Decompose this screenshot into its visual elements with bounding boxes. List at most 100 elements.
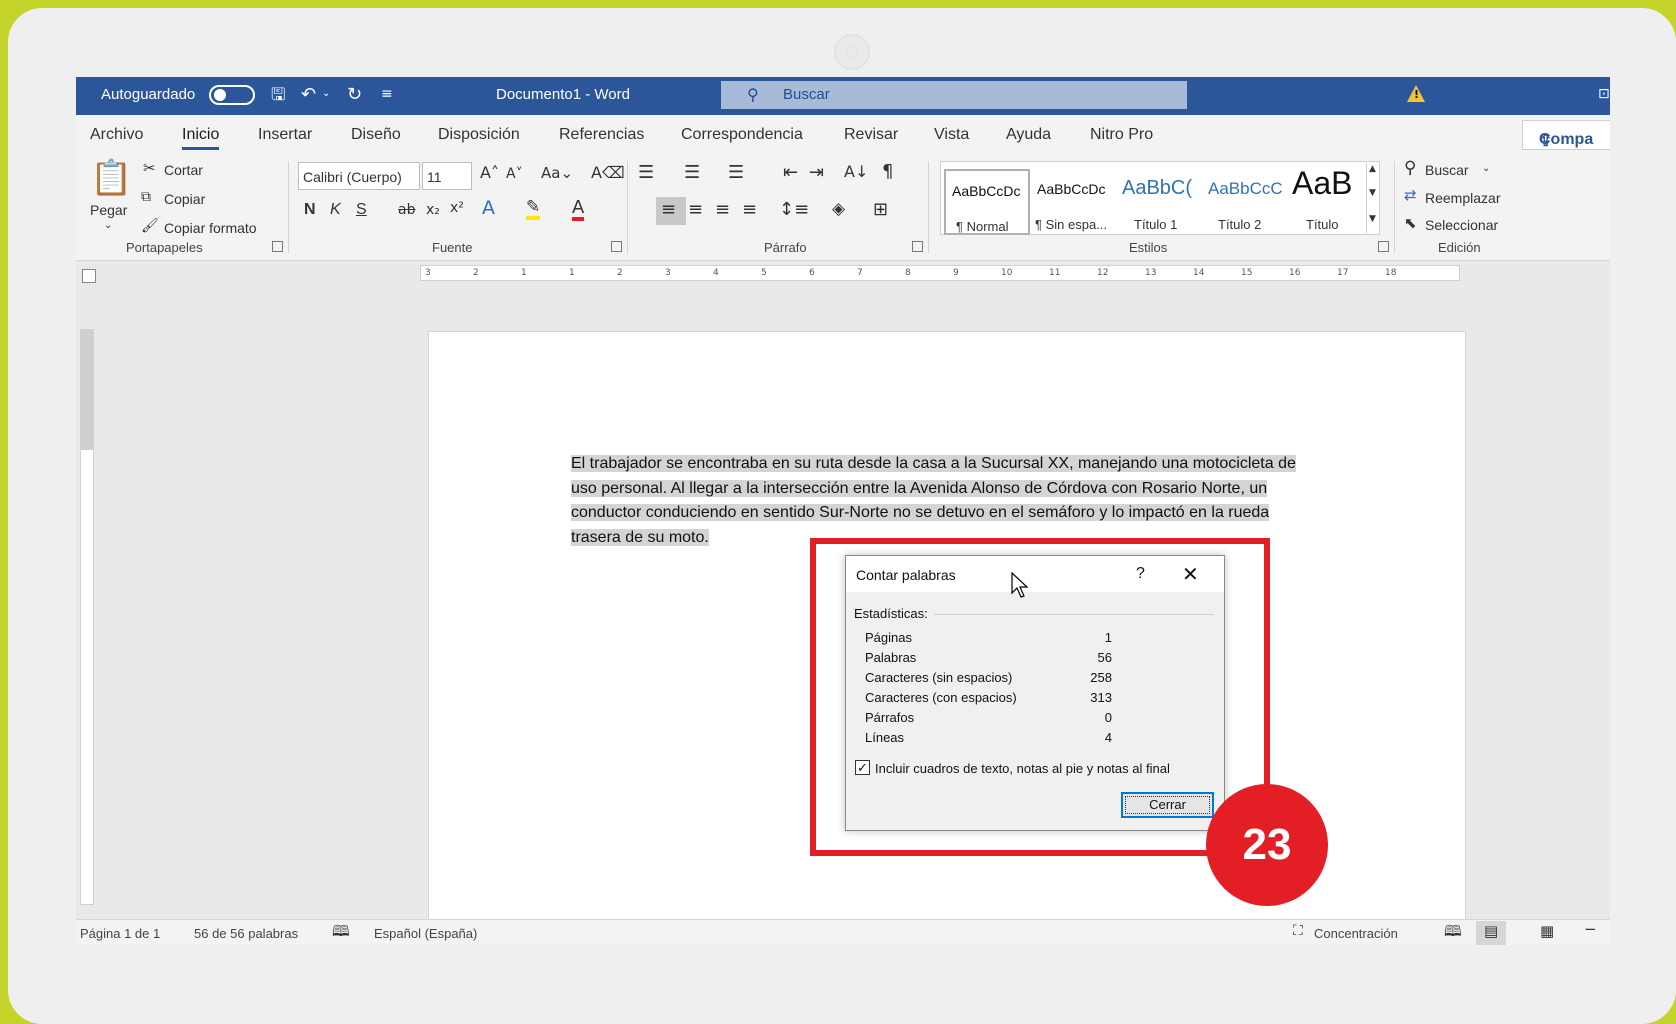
select-button[interactable]: Seleccionar — [1425, 217, 1498, 233]
copy-button[interactable]: Copiar — [164, 191, 205, 207]
grow-font-icon[interactable]: A˄ — [480, 165, 499, 181]
paste-button[interactable]: Pegar — [90, 202, 127, 218]
highlight-icon[interactable]: ✎ — [526, 199, 541, 220]
print-layout-button[interactable]: ▤ — [1476, 921, 1506, 945]
clear-format-icon[interactable]: A⌫ — [591, 165, 625, 181]
chevron-down-icon[interactable]: ▼ — [1369, 189, 1376, 198]
parrafo-launcher-icon[interactable] — [912, 241, 923, 252]
shrink-font-icon[interactable]: A˅ — [506, 167, 523, 181]
tab-referencias[interactable]: Referencias — [559, 126, 644, 144]
document-paragraph[interactable]: El trabajador se encontraba en su ruta d… — [571, 452, 1311, 550]
tab-insertar[interactable]: Insertar — [258, 126, 312, 144]
warning-icon[interactable] — [1407, 85, 1425, 102]
font-color-icon[interactable]: A — [572, 199, 585, 221]
borders-icon[interactable]: ⊞ — [873, 201, 888, 219]
superscript-icon[interactable]: x² — [450, 201, 464, 215]
tab-ayuda[interactable]: Ayuda — [1006, 126, 1051, 144]
sort-icon[interactable]: A↓ — [844, 164, 868, 180]
copy-icon[interactable]: ⧉ — [141, 190, 151, 204]
share-button[interactable]: ⇪ Compa — [1522, 120, 1610, 150]
selected-text[interactable]: El trabajador se encontraba en su ruta d… — [571, 455, 1296, 546]
find-button[interactable]: Buscar — [1425, 162, 1469, 178]
find-dropdown-icon[interactable]: ⌄ — [1482, 164, 1490, 174]
chevron-up-icon[interactable]: ▲ — [1369, 165, 1376, 174]
pilcrow-icon[interactable]: ¶ — [882, 163, 893, 181]
tab-vista[interactable]: Vista — [934, 126, 969, 144]
more-styles-icon[interactable]: ▼ — [1369, 215, 1376, 224]
bold-button[interactable]: N — [304, 201, 316, 219]
line-spacing-icon[interactable]: ↕≡ — [779, 201, 809, 219]
strikethrough-icon[interactable]: ab — [398, 203, 415, 217]
redo-icon[interactable]: ↻ — [347, 86, 362, 104]
paste-icon[interactable]: 📋 — [90, 161, 132, 195]
increase-indent-icon[interactable]: ⇥ — [809, 164, 824, 182]
fuente-launcher-icon[interactable] — [611, 241, 622, 252]
align-center-icon[interactable]: ≡ — [688, 201, 703, 219]
text-effects-icon[interactable]: A — [482, 199, 495, 218]
ribbon-display-icon[interactable]: ⊡ — [1598, 87, 1610, 101]
style-normal[interactable]: AaBbCcDc ¶ Normal — [944, 169, 1030, 235]
save-icon[interactable]: 🖫 — [271, 87, 285, 104]
language-indicator[interactable]: Español (España) — [374, 926, 477, 941]
web-layout-icon[interactable]: ▦ — [1540, 924, 1554, 939]
read-mode-icon[interactable]: 🕮 — [1444, 924, 1462, 939]
style-titulo[interactable]: AaB Título — [1286, 165, 1366, 235]
tab-nitro-pro[interactable]: Nitro Pro — [1090, 126, 1153, 144]
numbering-icon[interactable]: ☰ — [684, 164, 700, 182]
tab-revisar[interactable]: Revisar — [844, 126, 898, 144]
tab-disposicion[interactable]: Disposición — [438, 126, 520, 144]
tab-archivo[interactable]: Archivo — [90, 126, 143, 144]
undo-dropdown-icon[interactable]: ⌄ — [322, 89, 330, 99]
close-icon[interactable]: ✕ — [1182, 562, 1199, 587]
proofing-icon[interactable]: 🕮 — [332, 924, 350, 939]
search-box[interactable]: ⚲ Buscar — [721, 81, 1187, 109]
justify-icon[interactable]: ≡ — [742, 201, 757, 219]
paste-dropdown-icon[interactable]: ⌄ — [104, 221, 112, 231]
include-textboxes-checkbox[interactable]: ✓ — [855, 760, 870, 775]
include-textboxes-label[interactable]: Incluir cuadros de texto, notas al pie y… — [875, 761, 1170, 776]
focus-icon[interactable]: ⛶ — [1293, 924, 1303, 938]
customize-qat-icon[interactable]: ≡ — [381, 87, 393, 101]
word-count[interactable]: 56 de 56 palabras — [194, 926, 298, 941]
dialog-titlebar[interactable]: Contar palabras ? ✕ — [846, 556, 1224, 592]
replace-icon[interactable]: ⇄ — [1404, 188, 1417, 203]
font-size-select[interactable]: 11 — [422, 162, 472, 190]
select-icon[interactable]: ⬉ — [1404, 216, 1417, 231]
format-painter-icon[interactable]: 🖌 — [141, 219, 159, 233]
styles-scroll[interactable]: ▲ ▼ ▼ — [1366, 163, 1381, 233]
format-painter-button[interactable]: Copiar formato — [164, 220, 257, 236]
tab-correspondencia[interactable]: Correspondencia — [681, 126, 803, 144]
font-name-select[interactable]: Calibri (Cuerpo) — [298, 162, 420, 190]
tab-diseno[interactable]: Diseño — [351, 126, 401, 144]
focus-mode-button[interactable]: Concentración — [1314, 926, 1398, 941]
style-sin-espaciado[interactable]: AaBbCcDc ¶ Sin espa... — [1031, 169, 1117, 235]
change-case-icon[interactable]: Aa⌄ — [541, 166, 573, 181]
horizontal-ruler[interactable]: 3 2 1 1 2 3 4 5 6 7 8 9 10 11 12 13 14 15 16 17 18 — [420, 265, 1460, 281]
vertical-ruler[interactable] — [80, 329, 94, 905]
shading-icon[interactable]: ◈ — [832, 201, 845, 218]
tab-inicio[interactable]: Inicio — [182, 126, 220, 150]
decrease-indent-icon[interactable]: ⇤ — [783, 164, 798, 182]
stats-section-label: Estadísticas: — [854, 606, 928, 621]
page-count[interactable]: Página 1 de 1 — [80, 926, 160, 941]
multilevel-list-icon[interactable]: ☰ — [728, 164, 744, 182]
style-titulo-2[interactable]: AaBbCcC Título 2 — [1202, 169, 1288, 235]
style-titulo-1[interactable]: AaBbC( Título 1 — [1116, 169, 1202, 235]
cut-button[interactable]: Cortar — [164, 162, 203, 178]
cut-icon[interactable]: ✂ — [143, 161, 156, 176]
close-button[interactable]: Cerrar — [1121, 792, 1214, 818]
estilos-launcher-icon[interactable] — [1378, 241, 1389, 252]
portapapeles-launcher-icon[interactable] — [272, 241, 283, 252]
help-button[interactable]: ? — [1136, 565, 1145, 583]
italic-button[interactable]: K — [330, 201, 341, 219]
zoom-out-icon[interactable]: − — [1584, 922, 1597, 937]
tab-selector[interactable] — [82, 269, 96, 283]
replace-button[interactable]: Reemplazar — [1425, 190, 1500, 206]
find-icon[interactable]: ⚲ — [1404, 160, 1416, 177]
autosave-toggle[interactable] — [209, 85, 255, 105]
align-right-icon[interactable]: ≡ — [715, 201, 730, 219]
underline-button[interactable]: S — [356, 201, 367, 219]
undo-icon[interactable]: ↶ — [301, 86, 316, 104]
bullets-icon[interactable]: ☰ — [638, 164, 654, 182]
subscript-icon[interactable]: x₂ — [426, 203, 440, 217]
